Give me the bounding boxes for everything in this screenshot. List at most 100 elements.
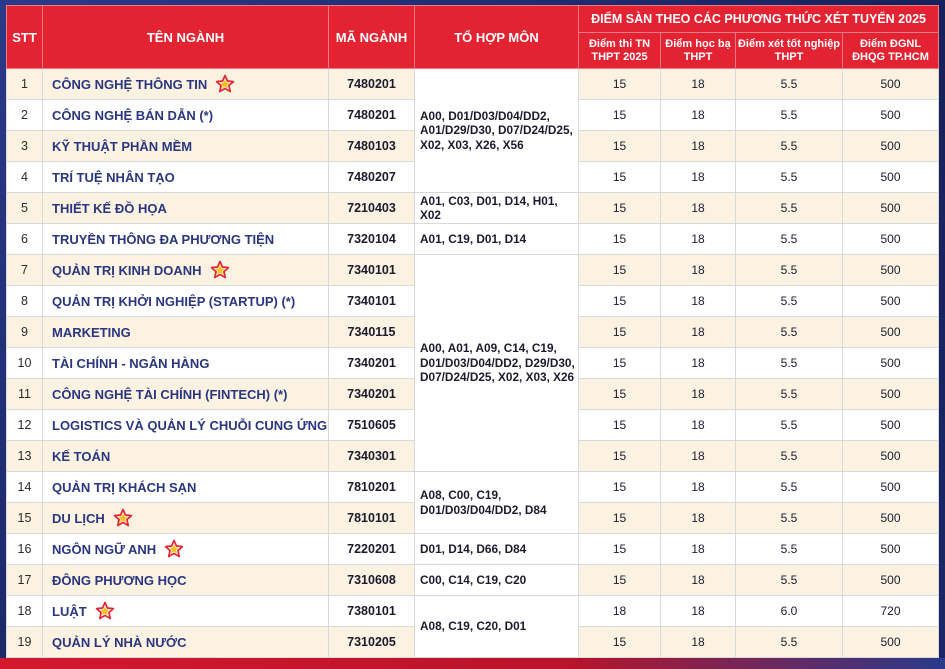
row-transcript-score: 18 xyxy=(660,192,736,224)
row-graduation-score: 5.5 xyxy=(735,626,843,658)
row-major-code: 7310205 xyxy=(328,626,415,658)
row-major-name: KỸ THUẬT PHẦN MỀM xyxy=(42,130,329,162)
row-major-code: 7480207 xyxy=(328,161,415,193)
row-exam-score: 15 xyxy=(578,161,661,193)
row-graduation-score: 5.5 xyxy=(735,533,843,565)
row-major-name: CÔNG NGHỆ BÁN DẪN (*) xyxy=(42,99,329,131)
row-major-code: 7340115 xyxy=(328,316,415,348)
row-transcript-score: 18 xyxy=(660,564,736,596)
row-exam-score: 15 xyxy=(578,99,661,131)
row-exam-score: 15 xyxy=(578,254,661,286)
row-dgnl-score: 500 xyxy=(841,378,940,410)
row-major-name: LUẬT xyxy=(42,595,329,627)
row-graduation-score: 5.5 xyxy=(735,316,843,348)
row-dgnl-score: 500 xyxy=(841,502,940,534)
row-subject-combination: A01, C19, D01, D14 xyxy=(414,223,579,255)
header-major-code: MÃ NGÀNH xyxy=(328,5,415,69)
row-exam-score: 15 xyxy=(578,130,661,162)
row-transcript-score: 18 xyxy=(660,68,736,100)
row-stt: 3 xyxy=(6,130,43,162)
star-icon xyxy=(164,539,184,559)
row-major-name: QUẢN TRỊ KHỞI NGHIỆP (STARTUP) (*) xyxy=(42,285,329,317)
row-major-code: 7340101 xyxy=(328,254,415,286)
row-stt: 17 xyxy=(6,564,43,596)
header-transcript-score: Điểm học bạ THPT xyxy=(660,32,736,69)
row-exam-score: 15 xyxy=(578,347,661,379)
row-exam-score: 15 xyxy=(578,471,661,503)
row-exam-score: 18 xyxy=(578,595,661,627)
row-major-name: TRUYỀN THÔNG ĐA PHƯƠNG TIỆN xyxy=(42,223,329,255)
major-name-text: TRÍ TUỆ NHÂN TẠO xyxy=(52,169,175,185)
row-transcript-score: 18 xyxy=(660,99,736,131)
row-transcript-score: 18 xyxy=(660,626,736,658)
table-row: 18 LUẬT 7380101 A08, C19, C20, D01 18 18 6.0 72… xyxy=(6,595,940,658)
star-icon xyxy=(95,601,115,621)
major-name-text: CÔNG NGHỆ TÀI CHÍNH (FINTECH) (*) xyxy=(52,386,288,402)
header-floor-score-group: ĐIỂM SÀN THEO CÁC PHƯƠNG THỨC XÉT TUYỂN … xyxy=(577,5,940,33)
row-dgnl-score: 500 xyxy=(841,254,940,286)
table-row: 14 QUẢN TRỊ KHÁCH SẠN 7810201 A08, C00, C19… xyxy=(6,471,940,534)
row-major-name: MARKETING xyxy=(42,316,329,348)
row-stt: 14 xyxy=(6,471,43,503)
row-dgnl-score: 500 xyxy=(841,192,940,224)
row-stt: 2 xyxy=(6,99,43,131)
header-dgnl-score: Điểm ĐGNL ĐHQG TP.HCM xyxy=(841,32,940,69)
row-graduation-score: 6.0 xyxy=(735,595,843,627)
table-row: 1 CÔNG NGHỆ THÔNG TIN 7480201 A00, D01/D03/… xyxy=(6,68,940,193)
row-major-code: 7340201 xyxy=(328,378,415,410)
row-dgnl-score: 500 xyxy=(841,564,940,596)
row-major-name: THIẾT KẾ ĐỒ HỌA xyxy=(42,192,329,224)
row-dgnl-score: 500 xyxy=(841,626,940,658)
row-major-name: QUẢN LÝ NHÀ NƯỚC xyxy=(42,626,329,658)
table-row: 7 QUẢN TRỊ KINH DOANH 7340101 A00, A01, A09… xyxy=(6,254,940,472)
table-row: 5 THIẾT KẾ ĐỒ HỌA 7210403 A01, C03, D01, D1… xyxy=(6,192,940,224)
major-name-text: TRUYỀN THÔNG ĐA PHƯƠNG TIỆN xyxy=(52,231,275,247)
row-transcript-score: 18 xyxy=(660,440,736,472)
table-row: 17 ĐÔNG PHƯƠNG HỌC 7310608 C00, C14, C19, C… xyxy=(6,564,940,596)
row-graduation-score: 5.5 xyxy=(735,99,843,131)
row-major-code: 7310608 xyxy=(328,564,415,596)
row-dgnl-score: 500 xyxy=(841,533,940,565)
row-transcript-score: 18 xyxy=(660,533,736,565)
table-body: 1 CÔNG NGHỆ THÔNG TIN 7480201 A00, D01/D03/… xyxy=(6,68,940,658)
row-exam-score: 15 xyxy=(578,564,661,596)
row-major-code: 7480201 xyxy=(328,99,415,131)
row-transcript-score: 18 xyxy=(660,285,736,317)
row-dgnl-score: 500 xyxy=(841,440,940,472)
row-transcript-score: 18 xyxy=(660,347,736,379)
row-stt: 12 xyxy=(6,409,43,441)
row-major-code: 7810101 xyxy=(328,502,415,534)
row-major-code: 7480201 xyxy=(328,68,415,100)
row-exam-score: 15 xyxy=(578,502,661,534)
row-major-name: QUẢN TRỊ KINH DOANH xyxy=(42,254,329,286)
row-dgnl-score: 500 xyxy=(841,316,940,348)
row-transcript-score: 18 xyxy=(660,316,736,348)
row-exam-score: 15 xyxy=(578,285,661,317)
row-graduation-score: 5.5 xyxy=(735,130,843,162)
row-major-name: CÔNG NGHỆ TÀI CHÍNH (FINTECH) (*) xyxy=(42,378,329,410)
row-graduation-score: 5.5 xyxy=(735,347,843,379)
row-stt: 5 xyxy=(6,192,43,224)
row-transcript-score: 18 xyxy=(660,223,736,255)
row-subject-combination: A01, C03, D01, D14, H01, X02 xyxy=(414,192,579,224)
major-name-text: CÔNG NGHỆ BÁN DẪN (*) xyxy=(52,107,214,123)
row-major-name: LOGISTICS VÀ QUẢN LÝ CHUỖI CUNG ỨNG xyxy=(42,409,329,441)
row-exam-score: 15 xyxy=(578,626,661,658)
major-name-text: TÀI CHÍNH - NGÂN HÀNG xyxy=(52,355,210,371)
row-subject-combination: A08, C00, C19, D01/D03/D04/DD2, D84 xyxy=(414,471,579,534)
row-dgnl-score: 500 xyxy=(841,68,940,100)
star-icon xyxy=(210,260,230,280)
row-graduation-score: 5.5 xyxy=(735,502,843,534)
row-transcript-score: 18 xyxy=(660,254,736,286)
major-name-text: DU LỊCH xyxy=(52,511,105,526)
table-row: 6 TRUYỀN THÔNG ĐA PHƯƠNG TIỆN 7320104 A01, … xyxy=(6,223,940,255)
row-major-code: 7340101 xyxy=(328,285,415,317)
header-major-name: TÊN NGÀNH xyxy=(42,5,329,69)
row-graduation-score: 5.5 xyxy=(735,223,843,255)
major-name-text: KẾ TOÁN xyxy=(52,448,111,464)
major-name-text: MARKETING xyxy=(52,324,131,340)
row-subject-combination: C00, C14, C19, C20 xyxy=(414,564,579,596)
row-graduation-score: 5.5 xyxy=(735,68,843,100)
row-subject-combination: A08, C19, C20, D01 xyxy=(414,595,579,658)
row-transcript-score: 18 xyxy=(660,409,736,441)
